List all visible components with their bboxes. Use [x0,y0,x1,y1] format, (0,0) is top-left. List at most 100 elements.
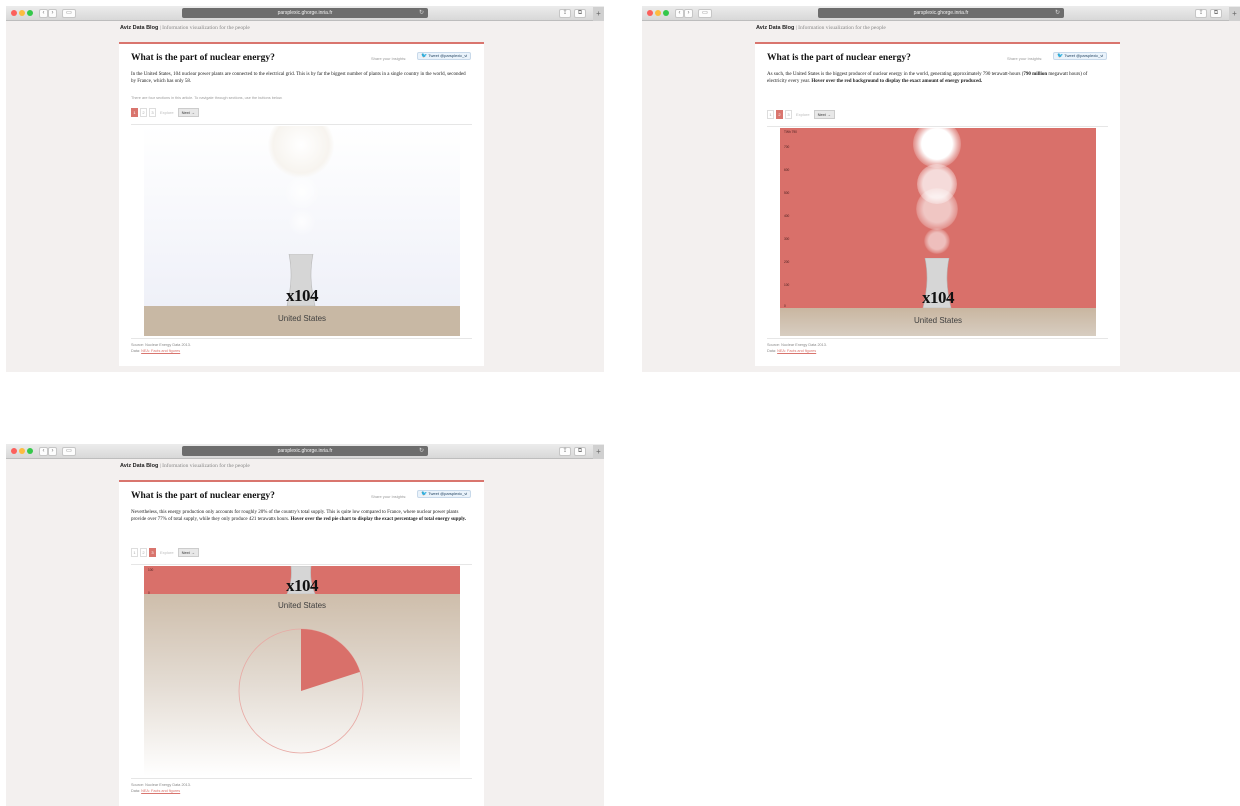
forward-arrow-icon[interactable]: › [48,9,57,18]
steam-puff [924,228,950,254]
sidebar-icon[interactable]: ▭ [698,9,712,18]
page-button-1[interactable]: 1 [767,110,774,119]
tweet-button[interactable]: 🐦 Tweet @parsplexic_vi [417,490,472,498]
data-source-link[interactable]: NEA: Facts and figures [141,789,180,793]
tweet-label: Tweet @parsplexic_vi [428,491,468,496]
data-prefix: Data: [131,349,141,353]
tweet-button[interactable]: 🐦 Tweet @parsplexic_vi [417,52,472,60]
explore-button[interactable]: Explore [158,108,176,117]
step-text-emphasis: 790 million [1023,72,1048,77]
zoom-window-button[interactable] [27,10,33,16]
y-tick-label: 600 [784,168,790,172]
energy-production-visualization[interactable]: TWh 790 700 600 500 400 300 200 100 0 x1… [780,128,1096,336]
site-brand-link[interactable]: Aviz Data Blog [120,463,158,469]
step-text: As such, the United States is the bigges… [767,71,1107,86]
sidebar-icon[interactable]: ▭ [62,447,76,456]
page-button-2[interactable]: 2 [140,548,147,557]
page-button-2[interactable]: 2 [140,108,147,117]
page-button-1[interactable]: 1 [131,548,138,557]
energy-share-pie[interactable] [236,626,366,756]
navigation-note: There are four sections in this article.… [131,96,283,100]
steam-puff [916,188,958,230]
y-axis-unit: TWh [784,130,791,134]
forward-arrow-icon[interactable]: › [48,447,57,456]
y-axis-title: TWh 790 [784,130,797,134]
address-bar[interactable]: parsplexic.ghorge.inria.fr ↻ [182,446,428,456]
share-label: Share your insights: [371,56,407,61]
share-label: Share your insights: [1007,56,1043,61]
site-brand-link[interactable]: Aviz Data Blog [120,25,158,31]
page-button-3[interactable]: 3 [149,548,156,557]
minimize-window-button[interactable] [655,10,661,16]
new-tab-button[interactable]: + [1229,7,1240,21]
sidebar-icon[interactable]: ▭ [62,9,76,18]
next-button[interactable]: Next → [813,110,835,119]
y-tick-label: 200 [784,260,790,264]
new-tab-button[interactable]: + [593,445,604,459]
back-arrow-icon[interactable]: ‹ [39,9,48,18]
steam-puff [284,174,320,210]
step-text: Nevertheless, this energy production onl… [131,509,471,524]
data-source-link[interactable]: NEA: Facts and figures [777,349,816,353]
section-pager: 1 2 3 Explore Next → [131,548,199,557]
section-pager: 1 2 3 Explore Next → [767,110,835,119]
page-button-1[interactable]: 1 [131,108,138,117]
twitter-bird-icon: 🐦 [1057,53,1064,59]
next-button[interactable]: Next → [177,108,199,117]
url-text: parsplexic.ghorge.inria.fr [277,10,333,16]
browser-window-step-1: ‹ › ▭ parsplexic.ghorge.inria.fr ↻ ⇪ ⧉ +… [6,6,604,372]
explore-button[interactable]: Explore [794,110,812,119]
zoom-window-button[interactable] [27,448,33,454]
pie-slice-nuclear[interactable] [301,629,360,691]
divider [131,564,472,565]
back-arrow-icon[interactable]: ‹ [39,447,48,456]
browser-window-step-3: ‹ › ▭ parsplexic.ghorge.inria.fr ↻ ⇪ ⧉ +… [6,444,604,806]
page-button-2[interactable]: 2 [776,110,783,119]
country-label: United States [277,314,327,323]
share-icon[interactable]: ⇪ [559,9,571,18]
site-tagline: | Information visualization for the peop… [159,25,250,31]
close-window-button[interactable] [11,10,17,16]
next-button[interactable]: Next → [177,548,199,557]
article-card: What is the part of nuclear energy? Shar… [755,42,1120,366]
reload-icon[interactable]: ↻ [419,8,424,18]
new-tab-button[interactable]: + [593,7,604,21]
article-card: What is the part of nuclear energy? Shar… [119,480,484,806]
zoom-window-button[interactable] [663,10,669,16]
share-icon[interactable]: ⇪ [559,447,571,456]
data-source-link[interactable]: NEA: Facts and figures [141,349,180,353]
y-tick-label: 790 [791,130,797,134]
back-arrow-icon[interactable]: ‹ [675,9,684,18]
y-tick-label: 300 [784,237,790,241]
minimize-window-button[interactable] [19,448,25,454]
page-button-3[interactable]: 3 [149,108,156,117]
forward-arrow-icon[interactable]: › [684,9,693,18]
tabs-overview-icon[interactable]: ⧉ [1210,9,1222,18]
tweet-button[interactable]: 🐦 Tweet @parsplexic_vi [1053,52,1108,60]
plant-count: x104 [922,288,955,307]
close-window-button[interactable] [11,448,17,454]
tabs-overview-icon[interactable]: ⧉ [574,9,586,18]
browser-toolbar: ‹ › ▭ parsplexic.ghorge.inria.fr ↻ ⇪ ⧉ + [6,444,604,459]
reload-icon[interactable]: ↻ [1055,8,1060,18]
page-button-3[interactable]: 3 [785,110,792,119]
step-text-instruction: Hover over the red background to display… [811,79,983,85]
browser-toolbar: ‹ › ▭ parsplexic.ghorge.inria.fr ↻ ⇪ ⧉ + [6,6,604,21]
site-header: Aviz Data Blog | Information visualizati… [756,25,886,31]
source-note: Source: Nuclear Energy Data 2013. Data: … [131,342,191,354]
source-note: Source: Nuclear Energy Data 2013. Data: … [767,342,827,354]
y-tick-label: 100 [148,568,154,572]
share-icon[interactable]: ⇪ [1195,9,1207,18]
address-bar[interactable]: parsplexic.ghorge.inria.fr ↻ [182,8,428,18]
y-tick-label: 100 [784,283,790,287]
minimize-window-button[interactable] [19,10,25,16]
close-window-button[interactable] [647,10,653,16]
steam-puff [288,208,316,236]
tabs-overview-icon[interactable]: ⧉ [574,447,586,456]
step-text-part: As such, the United States is the bigges… [767,72,1024,77]
country-label: United States [913,316,963,325]
site-brand-link[interactable]: Aviz Data Blog [756,25,794,31]
address-bar[interactable]: parsplexic.ghorge.inria.fr ↻ [818,8,1064,18]
explore-button[interactable]: Explore [158,548,176,557]
reload-icon[interactable]: ↻ [419,446,424,456]
